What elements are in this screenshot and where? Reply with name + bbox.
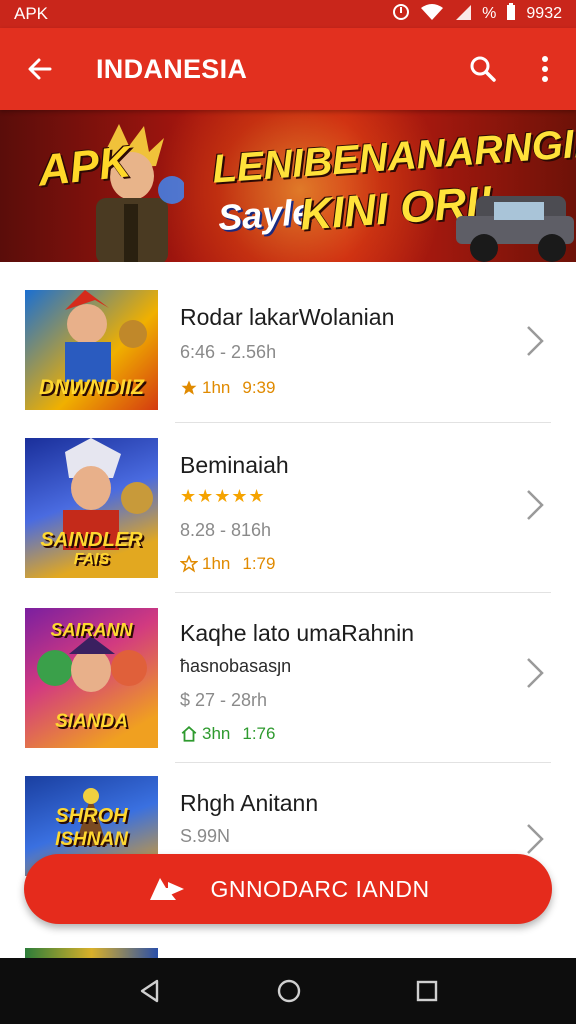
promo-banner[interactable]: APK LENIBENANARNGIN Sayle KINI ORI! — [0, 110, 576, 262]
item-publisher: ħasnobasasȷn — [180, 656, 292, 676]
item-title: Kaqhe lato umaRahnin — [180, 620, 414, 646]
list-item[interactable]: DNWNDIIZ Rodar lakarWolanian 6:46 - 2.56… — [0, 262, 576, 430]
signal-icon — [454, 3, 472, 26]
thumbnail-subtitle: ISHNAN — [55, 829, 128, 850]
more-vert-icon — [542, 56, 548, 82]
nav-recents-icon[interactable] — [415, 979, 439, 1003]
search-button[interactable] — [452, 28, 514, 110]
thumbnail-title: SAIRANN — [50, 620, 133, 640]
battery-icon — [506, 2, 516, 26]
thumbnail-subtitle: FAIS — [73, 551, 110, 568]
thumbnail-subtitle: SIANDA — [55, 711, 128, 732]
divider — [175, 592, 551, 593]
chevron-right-icon — [527, 490, 544, 520]
back-arrow-icon — [28, 58, 52, 80]
rating-count: 3hn — [202, 724, 231, 743]
download-button-label: GNNODARC IANDN — [210, 875, 430, 902]
nav-home-icon[interactable] — [276, 978, 302, 1004]
star-icon — [181, 380, 197, 395]
more-options-button[interactable] — [514, 28, 576, 110]
thumbnail-title: SHROH — [55, 805, 128, 827]
status-icons: % 9932 — [392, 2, 562, 26]
list-item[interactable]: SAINDLER FAIS Beminaiah ★★★★★ 8.28 - 816… — [0, 430, 576, 598]
app-thumbnail: SAIRANN SIANDA — [25, 608, 158, 748]
item-size: $ 27 - 28rh — [180, 690, 268, 710]
banner-apk-text: APK — [35, 137, 134, 196]
divider — [175, 762, 551, 763]
item-rating: 1hn 1:79 — [180, 554, 275, 574]
nav-back-icon[interactable] — [137, 978, 163, 1004]
share-arrow-icon — [150, 878, 185, 900]
thumbnail-title: SAINDLER — [40, 529, 143, 551]
rating-value: 1:79 — [242, 554, 276, 573]
app-bar: INDANESIA — [0, 28, 576, 110]
rating-count: 1hn — [202, 554, 231, 573]
item-title: Beminaiah — [180, 452, 289, 478]
item-size: 8.28 - 816h — [180, 520, 272, 540]
back-button[interactable] — [0, 28, 80, 110]
thumbnail-title: DNWNDIIZ — [39, 376, 144, 399]
list-item[interactable]: SAIRANN SIANDA Kaqhe lato umaRahnin ħasn… — [0, 600, 576, 768]
vehicle-illustration — [456, 196, 574, 262]
wifi-icon — [420, 3, 444, 26]
status-app-label: APK — [14, 4, 49, 23]
chevron-right-icon — [527, 326, 544, 356]
battery-text: % — [482, 5, 497, 22]
system-nav-bar — [0, 958, 576, 1024]
rating-value: 1:76 — [242, 724, 276, 743]
status-time: 9932 — [526, 5, 562, 22]
chevron-right-icon — [527, 824, 544, 854]
chevron-right-icon — [527, 658, 544, 688]
download-button[interactable]: GNNODARC IANDN — [24, 854, 552, 924]
star-rating: ★★★★★ — [180, 486, 266, 506]
alarm-icon — [392, 3, 410, 26]
item-size: 6:46 - 2.56h — [180, 342, 277, 362]
app-thumbnail: DNWNDIIZ — [25, 290, 158, 410]
search-icon — [470, 56, 496, 82]
app-thumbnail: SAINDLER FAIS — [25, 438, 158, 578]
home-icon — [181, 726, 197, 742]
status-bar: APK % 9932 — [0, 0, 576, 28]
star-outline-icon — [180, 555, 198, 573]
rating-count: 1hn — [202, 378, 231, 397]
next-item-thumbnail-peek — [25, 948, 158, 958]
page-title: INDANESIA — [96, 53, 248, 84]
rating-value: 9:39 — [242, 378, 276, 397]
item-title: Rodar lakarWolanian — [180, 304, 395, 330]
item-rating: 3hn 1:76 — [180, 724, 275, 744]
item-size: S.99N — [180, 826, 231, 846]
item-title: Rhgh Anitann — [180, 790, 319, 816]
item-rating: 1hn 9:39 — [180, 378, 275, 398]
divider — [175, 422, 551, 423]
